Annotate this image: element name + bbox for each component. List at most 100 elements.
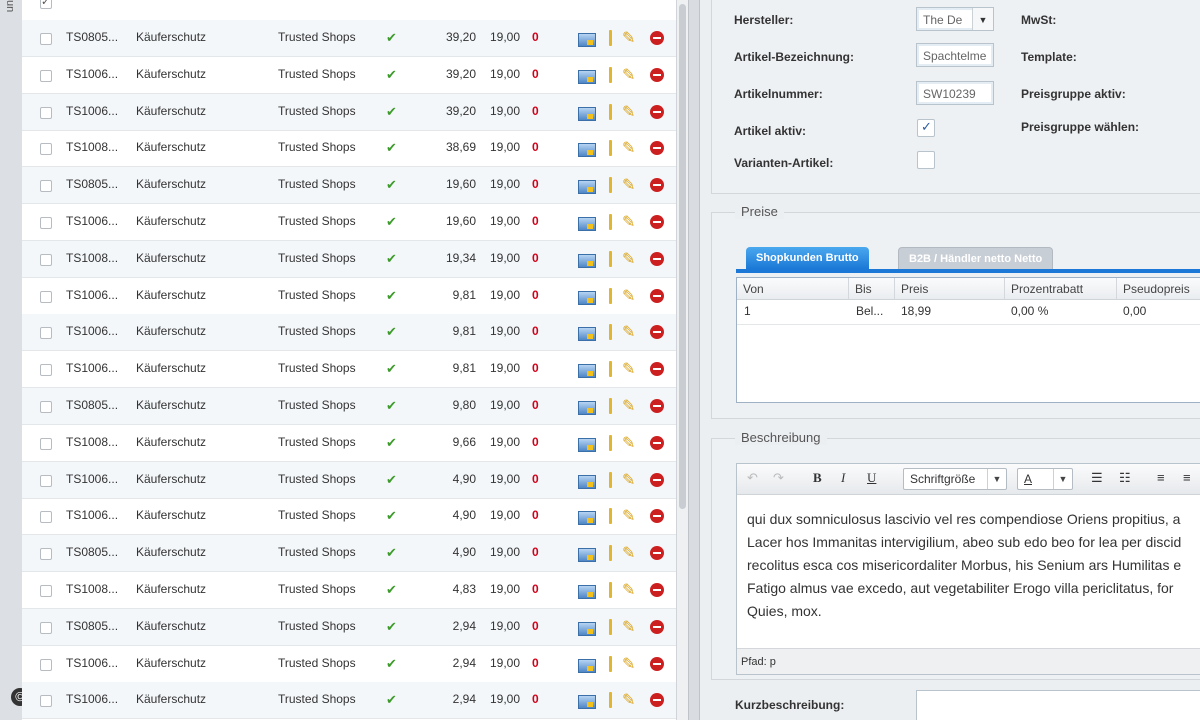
thermometer-icon[interactable] <box>609 30 612 46</box>
row-checkbox[interactable] <box>40 511 52 524</box>
underline-button[interactable]: U <box>867 470 876 486</box>
row-checkbox[interactable] <box>40 290 52 303</box>
undo-icon[interactable]: ↶ <box>747 470 758 486</box>
artikelnummer-input[interactable]: SW10239 <box>916 81 994 105</box>
pencil-icon[interactable]: ✎ <box>622 543 635 563</box>
delete-icon[interactable] <box>650 656 664 671</box>
delete-icon[interactable] <box>650 583 664 597</box>
table-row[interactable]: TS1006... Käuferschutz Trusted Shops ✔ 2,94 1… <box>22 682 680 720</box>
image-icon[interactable] <box>578 621 596 636</box>
thermometer-icon[interactable] <box>609 324 612 341</box>
thermometer-icon[interactable] <box>609 618 612 635</box>
thermometer-icon[interactable] <box>609 434 612 451</box>
pencil-icon[interactable]: ✎ <box>622 470 635 490</box>
pencil-icon[interactable]: ✎ <box>622 690 635 710</box>
thermometer-icon[interactable] <box>609 250 612 267</box>
delete-icon[interactable] <box>650 693 664 708</box>
row-checkbox[interactable] <box>40 0 52 9</box>
image-icon[interactable] <box>578 437 596 452</box>
table-row[interactable]: TS1006... Käuferschutz Trusted Shops ✔ 4,90 1… <box>22 461 680 499</box>
table-row[interactable]: TS1008... Käuferschutz Trusted Shops ✔ 9,66 1… <box>22 425 680 462</box>
thermometer-icon[interactable] <box>609 287 612 304</box>
image-icon[interactable] <box>578 401 596 415</box>
row-checkbox[interactable] <box>40 253 52 266</box>
pencil-icon[interactable]: ✎ <box>622 175 635 195</box>
image-icon[interactable] <box>578 69 596 84</box>
scrollbar-thumb[interactable] <box>679 4 686 509</box>
align-left-icon[interactable]: ≡ <box>1157 470 1165 485</box>
table-row[interactable]: TS1006... Käuferschutz Trusted Shops ✔ 39,20… <box>22 57 680 94</box>
font-color-select[interactable]: A ▼ <box>1017 468 1073 490</box>
price-row[interactable]: 1 Bel... 18,99 0,00 % 0,00 <box>737 300 1200 325</box>
pencil-icon[interactable]: ✎ <box>622 65 635 85</box>
delete-icon[interactable] <box>650 399 664 413</box>
redo-icon[interactable]: ↷ <box>773 470 784 486</box>
image-icon[interactable] <box>578 180 596 195</box>
table-row[interactable]: TS1006... Käuferschutz Trusted Shops ✔ 39,20… <box>22 93 680 131</box>
column-header-von[interactable]: Von <box>737 278 849 300</box>
delete-icon[interactable] <box>650 288 664 303</box>
image-icon[interactable] <box>578 217 596 231</box>
pencil-icon[interactable]: ✎ <box>622 286 635 306</box>
row-checkbox[interactable] <box>40 695 52 708</box>
image-icon[interactable] <box>578 548 596 563</box>
table-row[interactable]: TS0805... Käuferschutz Trusted Shops ✔ 19,60… <box>22 167 680 205</box>
bold-button[interactable]: B <box>813 470 822 486</box>
pencil-icon[interactable]: ✎ <box>622 322 635 342</box>
row-checkbox[interactable] <box>40 621 52 634</box>
thermometer-icon[interactable] <box>609 582 612 598</box>
image-icon[interactable] <box>578 695 596 710</box>
image-icon[interactable] <box>578 474 596 489</box>
table-row[interactable]: TS1008... Käuferschutz Trusted Shops ✔ 38,69… <box>22 130 680 168</box>
chevron-down-icon[interactable]: ▼ <box>987 469 1006 489</box>
image-icon[interactable] <box>578 364 596 379</box>
delete-icon[interactable] <box>650 546 664 561</box>
column-header-bis[interactable]: Bis <box>849 278 895 300</box>
pencil-icon[interactable]: ✎ <box>622 433 635 453</box>
thermometer-icon[interactable] <box>609 692 612 709</box>
image-icon[interactable] <box>578 585 596 599</box>
tab-b2b-haendler-netto[interactable]: B2B / Händler netto Netto <box>898 247 1054 271</box>
bezeichnung-input[interactable]: Spachtelme <box>916 43 994 67</box>
table-row[interactable]: TS0805... Käuferschutz Trusted Shops ✔ 39,20… <box>22 20 680 57</box>
delete-icon[interactable] <box>650 472 664 487</box>
tab-shopkunden-brutto[interactable]: Shopkunden Brutto <box>746 247 869 269</box>
delete-icon[interactable] <box>650 509 664 524</box>
row-checkbox[interactable] <box>40 585 52 597</box>
thermometer-icon[interactable] <box>609 398 612 414</box>
pencil-icon[interactable]: ✎ <box>622 396 635 416</box>
image-icon[interactable] <box>578 143 596 158</box>
thermometer-icon[interactable] <box>609 508 612 525</box>
table-row[interactable]: TS0805... Käuferschutz Trusted Shops ✔ 4,90 1… <box>22 535 680 573</box>
font-size-select[interactable]: Schriftgröße ▼ <box>903 468 1007 490</box>
delete-icon[interactable] <box>650 178 664 193</box>
delete-icon[interactable] <box>650 141 664 156</box>
row-checkbox[interactable] <box>40 327 52 340</box>
row-checkbox[interactable] <box>40 437 52 450</box>
column-header-preis[interactable]: Preis <box>895 278 1005 300</box>
pencil-icon[interactable]: ✎ <box>622 249 635 269</box>
thermometer-icon[interactable] <box>609 103 612 120</box>
left-collapsed-panel[interactable]: un © <box>0 0 29 720</box>
chevron-down-icon[interactable]: ▼ <box>972 8 993 30</box>
table-row[interactable]: TS1006... Käuferschutz Trusted Shops ✔ 9,81 1… <box>22 351 680 389</box>
delete-icon[interactable] <box>650 31 664 45</box>
table-row[interactable]: TS0805... Käuferschutz Trusted Shops ✔ 2,94 1… <box>22 608 680 646</box>
chevron-down-icon[interactable]: ▼ <box>1053 469 1072 489</box>
image-icon[interactable] <box>578 253 596 268</box>
pencil-icon[interactable]: ✎ <box>622 580 635 600</box>
delete-icon[interactable] <box>650 215 664 229</box>
italic-button[interactable]: I <box>841 470 845 486</box>
row-checkbox[interactable] <box>40 658 52 671</box>
varianten-checkbox[interactable] <box>917 151 935 169</box>
row-checkbox[interactable] <box>40 180 52 193</box>
table-row[interactable]: TS1006... Käuferschutz Trusted Shops ✔ 2,94 1… <box>22 646 680 683</box>
image-icon[interactable] <box>578 106 596 121</box>
table-row[interactable]: TS1006... Käuferschutz Trusted Shops ✔ 4,90 1… <box>22 498 680 536</box>
table-row[interactable] <box>22 0 680 21</box>
row-checkbox[interactable] <box>40 364 52 377</box>
delete-icon[interactable] <box>650 104 664 119</box>
thermometer-icon[interactable] <box>609 66 612 83</box>
pencil-icon[interactable]: ✎ <box>622 102 635 122</box>
thermometer-icon[interactable] <box>609 361 612 378</box>
